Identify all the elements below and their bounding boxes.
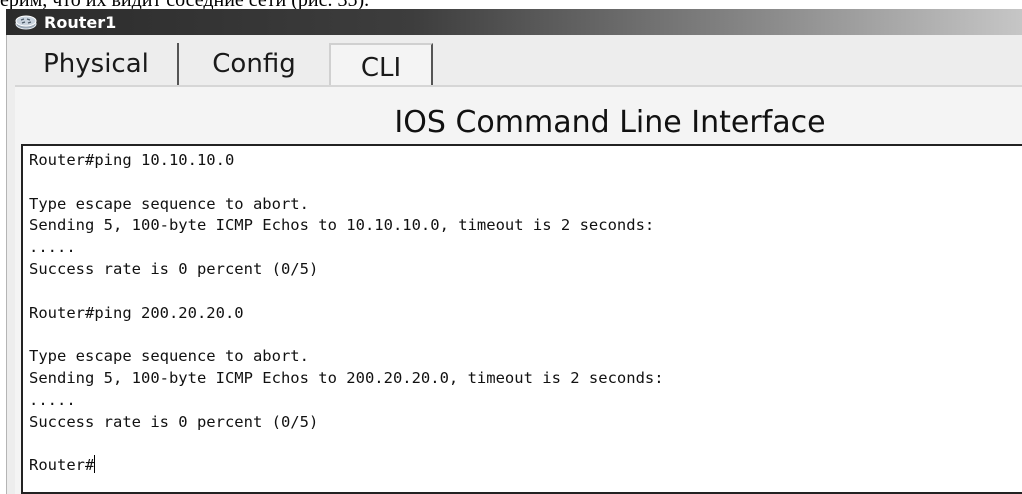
- terminal-line: Success rate is 0 percent (0/5): [29, 412, 319, 431]
- window-title: Router1: [44, 12, 117, 32]
- tab-config[interactable]: Config: [179, 43, 329, 85]
- tab-cli[interactable]: CLI: [329, 43, 433, 91]
- page-caption: ерим, что их видит соседние сети (рис. 3…: [0, 0, 1022, 9]
- terminal-line: Sending 5, 100-byte ICMP Echos to 10.10.…: [29, 216, 655, 235]
- window-titlebar: Router1: [6, 9, 1022, 35]
- terminal-line: Sending 5, 100-byte ICMP Echos to 200.20…: [29, 368, 664, 387]
- terminal-prompt: Router#: [29, 456, 95, 475]
- terminal-prompt-line[interactable]: Router#: [29, 455, 1022, 477]
- terminal-line: Type escape sequence to abort.: [29, 347, 309, 366]
- tab-bar: Physical Config CLI: [15, 43, 433, 91]
- terminal-line: .....: [29, 390, 76, 409]
- terminal-line: Router#ping 200.20.20.0: [29, 303, 244, 322]
- terminal-line: .....: [29, 238, 76, 257]
- text-cursor: [94, 455, 96, 474]
- terminal-line: Router#ping 10.10.10.0: [29, 151, 235, 169]
- tab-physical[interactable]: Physical: [15, 43, 179, 85]
- terminal-line: Type escape sequence to abort.: [29, 194, 309, 213]
- cli-terminal[interactable]: Router#ping 10.10.10.0 Type escape seque…: [21, 144, 1022, 494]
- cli-heading: IOS Command Line Interface: [394, 105, 826, 140]
- terminal-line: Success rate is 0 percent (0/5): [29, 259, 319, 278]
- router-icon: [14, 13, 38, 31]
